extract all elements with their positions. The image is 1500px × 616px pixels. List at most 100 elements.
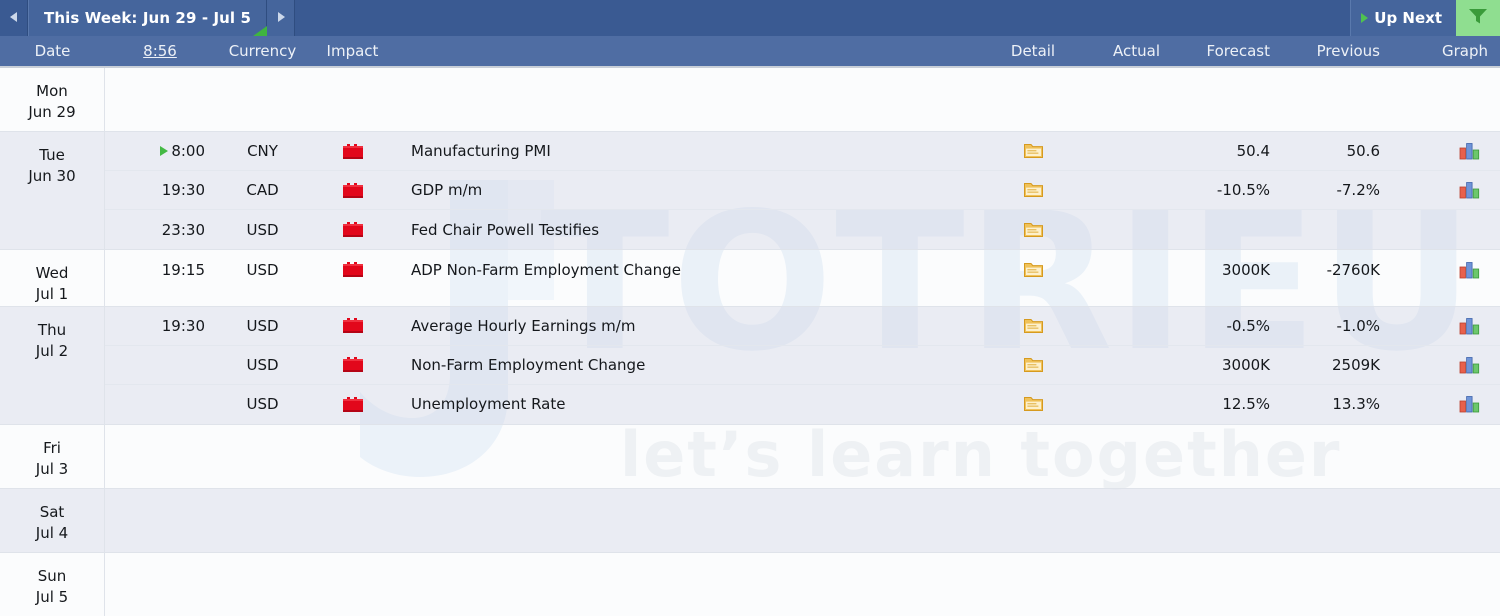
event-detail-cell[interactable] bbox=[988, 132, 1078, 170]
calendar-grid: Mon Jun 29 Tue Jun 30 8:00 CNY Manufacturing P… bbox=[0, 68, 1500, 616]
up-next-button[interactable]: Up Next bbox=[1350, 0, 1456, 36]
event-detail-cell[interactable] bbox=[988, 385, 1078, 424]
event-title-cell[interactable]: Non-Farm Employment Change bbox=[395, 346, 988, 384]
day-date: Jul 2 bbox=[35, 341, 69, 360]
title-bar-spacer bbox=[295, 0, 1351, 36]
event-previous: -1.0% bbox=[1336, 316, 1380, 335]
table-row[interactable]: USD Unemployment Rate 12.5% 13.3% bbox=[105, 385, 1500, 424]
bar-chart-icon[interactable] bbox=[1459, 181, 1480, 199]
red-folder-icon bbox=[342, 396, 364, 413]
event-time: 19:15 bbox=[161, 260, 205, 279]
day-date-cell: Tue Jun 30 bbox=[0, 132, 105, 249]
event-detail-cell[interactable] bbox=[988, 171, 1078, 209]
event-time: 23:30 bbox=[161, 220, 205, 239]
event-graph-cell[interactable] bbox=[1408, 250, 1500, 289]
event-detail-cell[interactable] bbox=[988, 346, 1078, 384]
red-folder-icon bbox=[342, 182, 364, 199]
table-row[interactable]: 8:00 CNY Manufacturing PMI 50.4 50.6 bbox=[105, 132, 1500, 171]
event-currency: USD bbox=[246, 260, 279, 279]
day-date-cell: Thu Jul 2 bbox=[0, 306, 105, 424]
event-previous: -2760K bbox=[1326, 260, 1380, 279]
gold-folder-icon[interactable] bbox=[1023, 143, 1043, 159]
previous-week-button[interactable] bbox=[0, 0, 28, 36]
event-actual-cell bbox=[1078, 346, 1188, 384]
day-of-week: Sun bbox=[37, 566, 67, 585]
gold-folder-icon[interactable] bbox=[1023, 396, 1043, 412]
event-forecast-cell: 50.4 bbox=[1188, 132, 1298, 170]
event-title-cell[interactable]: GDP m/m bbox=[395, 171, 988, 209]
event-previous-cell: -1.0% bbox=[1298, 307, 1408, 345]
event-detail-cell[interactable] bbox=[988, 210, 1078, 249]
bar-chart-icon[interactable] bbox=[1459, 395, 1480, 413]
day-group: Fri Jul 3 bbox=[0, 424, 1500, 489]
event-currency: USD bbox=[246, 395, 279, 414]
day-date-cell: Sat Jul 4 bbox=[0, 488, 105, 552]
event-graph-cell[interactable] bbox=[1408, 132, 1500, 170]
table-row[interactable]: USD Non-Farm Employment Change 3000K 2509K bbox=[105, 346, 1500, 385]
event-forecast-cell: 12.5% bbox=[1188, 385, 1298, 424]
event-impact-cell bbox=[310, 307, 395, 345]
event-detail-cell[interactable] bbox=[988, 250, 1078, 289]
event-impact-cell bbox=[310, 385, 395, 424]
event-previous-cell: -2760K bbox=[1298, 250, 1408, 289]
event-title-cell[interactable]: Unemployment Rate bbox=[395, 385, 988, 424]
day-of-week: Tue bbox=[39, 146, 65, 164]
next-week-button[interactable] bbox=[267, 0, 296, 36]
red-folder-icon bbox=[342, 221, 364, 238]
event-title-cell[interactable]: Average Hourly Earnings m/m bbox=[395, 307, 988, 345]
event-title-cell[interactable]: ADP Non-Farm Employment Change bbox=[395, 250, 988, 289]
event-actual-cell bbox=[1078, 385, 1188, 424]
title-bar: This Week: Jun 29 - Jul 5 Up Next bbox=[0, 0, 1500, 36]
event-graph-cell[interactable] bbox=[1408, 346, 1500, 384]
event-time-cell: 8:00 bbox=[105, 132, 215, 170]
day-of-week: Mon bbox=[36, 82, 68, 100]
event-time-cell: 23:30 bbox=[105, 210, 215, 249]
day-date: Jun 29 bbox=[28, 103, 76, 122]
event-title-cell[interactable]: Fed Chair Powell Testifies bbox=[395, 210, 988, 249]
gold-folder-icon[interactable] bbox=[1023, 182, 1043, 198]
gold-folder-icon[interactable] bbox=[1023, 262, 1043, 278]
table-row[interactable]: 19:30 USD Average Hourly Earnings m/m -0.5%… bbox=[105, 307, 1500, 346]
event-title-cell[interactable]: Manufacturing PMI bbox=[395, 132, 988, 170]
event-currency-cell: USD bbox=[215, 210, 310, 249]
filter-button[interactable] bbox=[1456, 0, 1500, 36]
bar-chart-icon[interactable] bbox=[1459, 356, 1480, 374]
event-detail-cell[interactable] bbox=[988, 307, 1078, 345]
event-time-cell: 19:30 bbox=[105, 307, 215, 345]
day-group: Tue Jun 30 8:00 CNY Manufacturing PMI 50.4 50.… bbox=[0, 132, 1500, 250]
bar-chart-icon[interactable] bbox=[1459, 142, 1480, 160]
table-row[interactable]: 23:30 USD Fed Chair Powell Testifies bbox=[105, 210, 1500, 249]
empty-row bbox=[105, 553, 1500, 616]
event-previous: 13.3% bbox=[1332, 395, 1380, 414]
column-header-forecast: Forecast bbox=[1206, 42, 1270, 60]
event-actual-cell bbox=[1078, 250, 1188, 289]
red-folder-icon bbox=[342, 356, 364, 373]
gold-folder-icon[interactable] bbox=[1023, 222, 1043, 238]
event-currency: USD bbox=[246, 355, 279, 374]
event-title: GDP m/m bbox=[411, 181, 483, 199]
column-header-time[interactable]: 8:56 bbox=[105, 36, 215, 66]
event-graph-cell[interactable] bbox=[1408, 171, 1500, 209]
gold-folder-icon[interactable] bbox=[1023, 357, 1043, 373]
bar-chart-icon[interactable] bbox=[1459, 261, 1480, 279]
event-time: 19:30 bbox=[161, 316, 205, 335]
day-date-cell: Fri Jul 3 bbox=[0, 424, 105, 488]
day-group: Sun Jul 5 bbox=[0, 552, 1500, 616]
column-header-date: Date bbox=[34, 42, 71, 60]
event-title: Manufacturing PMI bbox=[411, 142, 551, 160]
week-title-container[interactable]: This Week: Jun 29 - Jul 5 bbox=[28, 0, 268, 36]
day-of-week: Fri bbox=[43, 438, 61, 457]
event-graph-cell[interactable] bbox=[1408, 307, 1500, 345]
day-group: Wed Jul 1 19:15 USD ADP Non-Farm Employment … bbox=[0, 250, 1500, 307]
day-date-cell: Wed Jul 1 bbox=[0, 250, 105, 306]
bar-chart-icon[interactable] bbox=[1459, 317, 1480, 335]
event-graph-cell[interactable] bbox=[1408, 210, 1500, 249]
day-group: Thu Jul 2 19:30 USD Average Hourly Earnings … bbox=[0, 306, 1500, 425]
day-date: Jul 4 bbox=[35, 523, 69, 542]
table-row[interactable]: 19:30 CAD GDP m/m -10.5% -7.2% bbox=[105, 171, 1500, 210]
event-graph-cell[interactable] bbox=[1408, 385, 1500, 424]
empty-row bbox=[105, 425, 1500, 488]
table-row[interactable]: 19:15 USD ADP Non-Farm Employment Change 30… bbox=[105, 250, 1500, 289]
column-header-event bbox=[395, 36, 988, 66]
gold-folder-icon[interactable] bbox=[1023, 318, 1043, 334]
